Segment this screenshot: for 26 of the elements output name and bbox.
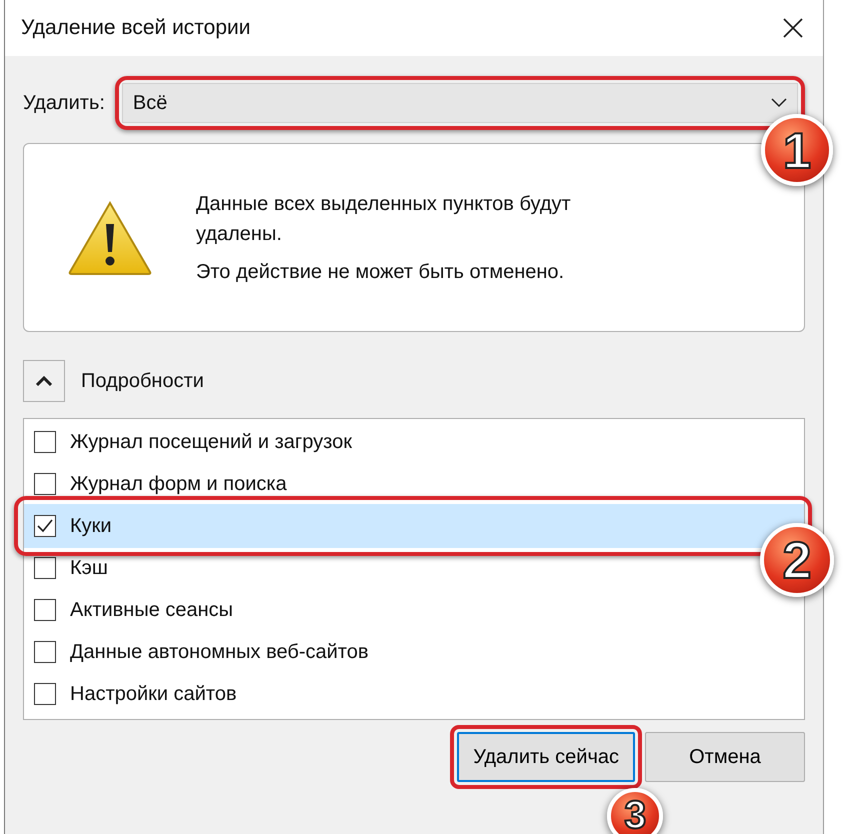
window-title: Удаление всей истории [21,16,251,40]
list-item[interactable]: Журнал форм и поиска [24,470,293,498]
chevron-up-icon [36,376,52,386]
details-toggle[interactable] [23,360,65,402]
warning-text: Это действие не может быть отменено. [196,260,566,284]
number-badge: 3 [607,788,664,834]
checkbox[interactable] [34,683,56,705]
dialog-button[interactable]: Отмена [645,732,805,782]
details-label: Подробности [81,370,204,392]
range-label: Удалить: [23,92,105,114]
close-icon[interactable] [783,18,803,38]
warning-icon [67,200,153,276]
checkbox[interactable] [34,515,56,537]
checkbox[interactable] [34,557,56,579]
list-item[interactable]: Журнал посещений и загрузок [24,428,358,456]
checkbox[interactable] [34,431,56,453]
chevron-down-icon [771,98,787,108]
list-item[interactable]: Активные сеансы [24,596,240,624]
range-dropdown[interactable]: Всё [114,76,805,130]
checkbox[interactable] [34,599,56,621]
list-item[interactable]: Настройки сайтов [24,680,243,708]
warning-text: Данные всех выделенных пунктов будут удалены. [196,192,572,246]
checkbox[interactable] [34,473,56,495]
list-item[interactable]: Данные автономных веб-сайтов [24,638,374,666]
checkbox[interactable] [34,641,56,663]
list-item[interactable]: Кэш [24,554,114,582]
